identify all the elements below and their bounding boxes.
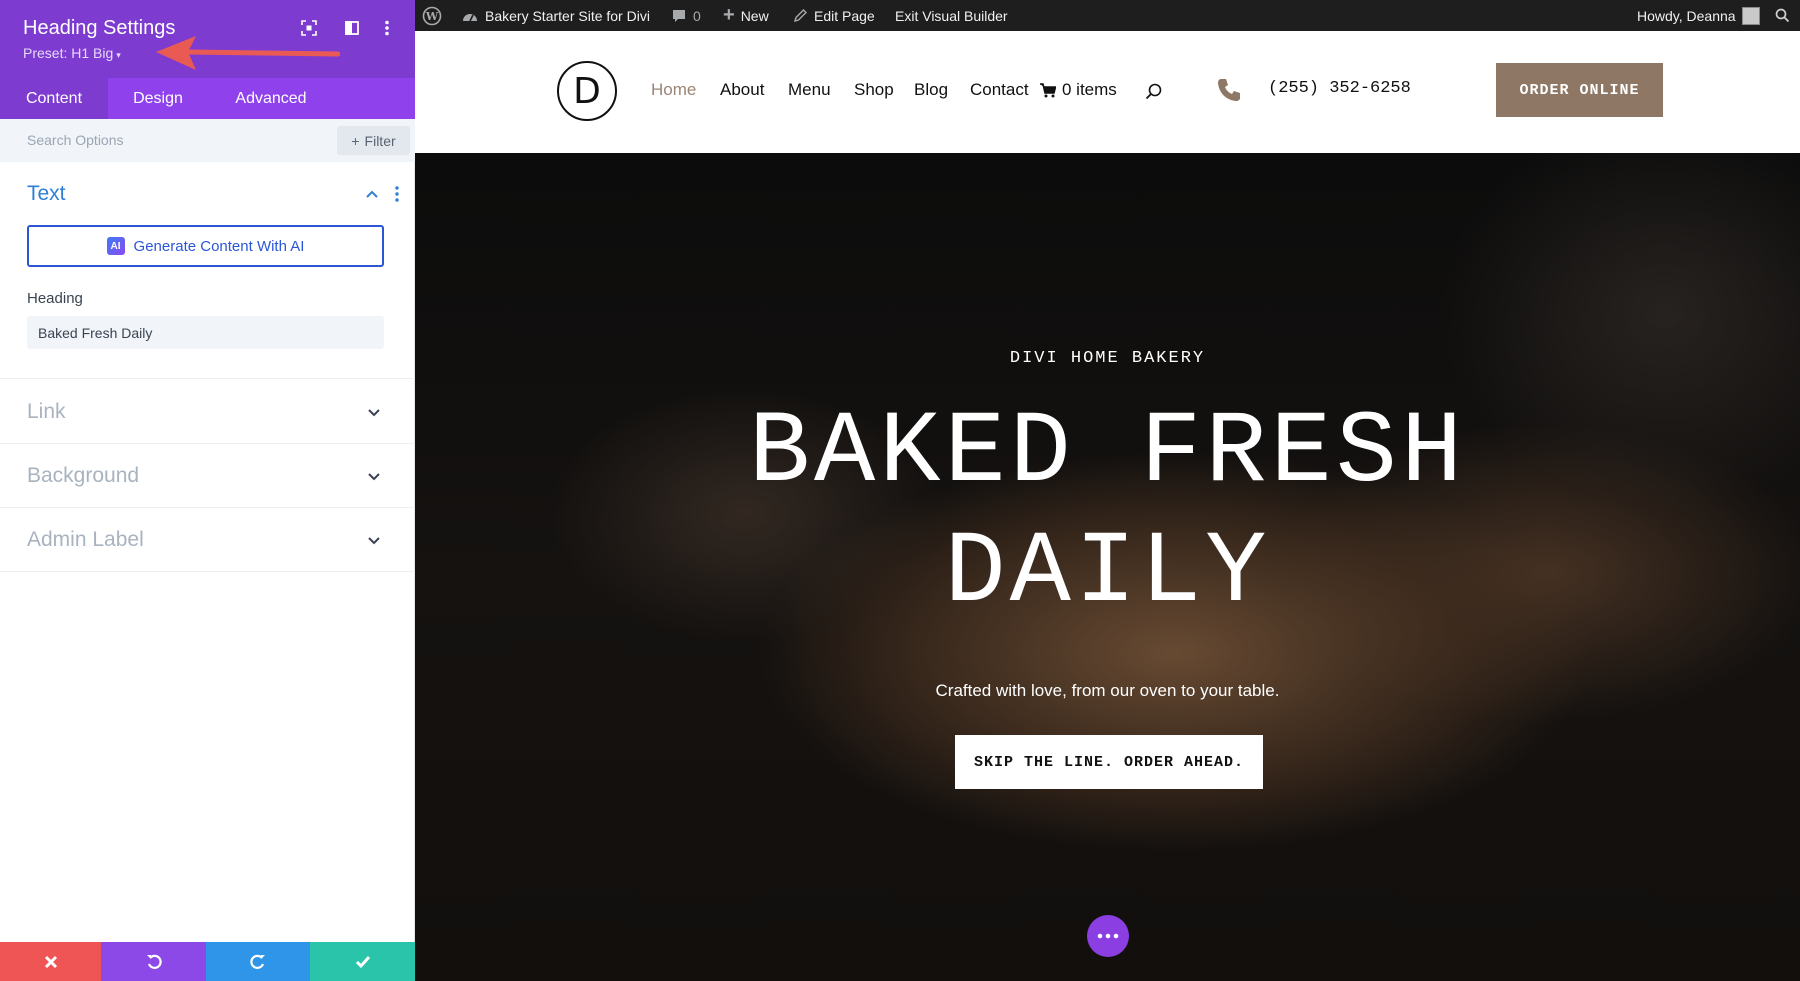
phone-number[interactable]: (255) 352-6258 xyxy=(1268,79,1411,98)
panel-header: Heading Settings Preset: H1 Big ▾ xyxy=(0,0,415,78)
search-options-input[interactable] xyxy=(27,132,267,148)
search-icon[interactable] xyxy=(1145,83,1163,101)
panel-footer xyxy=(0,942,415,981)
edit-page-link[interactable]: Edit Page xyxy=(793,0,875,31)
heading-field[interactable] xyxy=(27,316,384,349)
admin-label-section-title: Admin Label xyxy=(27,528,144,551)
ai-icon: AI xyxy=(106,237,125,255)
svg-text:W: W xyxy=(425,10,439,23)
order-online-button[interactable]: ORDER ONLINE xyxy=(1496,63,1663,117)
cart-count: 0 items xyxy=(1062,80,1117,99)
comments-link[interactable]: 0 xyxy=(671,0,701,31)
chevron-down-icon xyxy=(368,473,380,481)
nav-blog[interactable]: Blog xyxy=(914,80,948,100)
hero-subtitle: DIVI HOME BAKERY xyxy=(1009,349,1206,368)
app: Heading Settings Preset: H1 Big ▾ Content… xyxy=(0,0,1800,981)
background-section[interactable]: Background xyxy=(0,444,415,508)
hero-heading[interactable]: BAKED FRESH DAILY xyxy=(415,393,1800,633)
skip-the-line-button[interactable]: SKIP THE LINE. ORDER AHEAD. xyxy=(955,735,1263,789)
chevron-down-icon xyxy=(368,409,380,417)
section-options-icon[interactable] xyxy=(393,185,401,203)
chevron-down-icon xyxy=(368,537,380,545)
redo-icon xyxy=(250,954,265,969)
new-content-link[interactable]: + New xyxy=(723,0,769,31)
text-section-title[interactable]: Text xyxy=(27,182,66,206)
wp-admin-bar: W Bakery Starter Site for Divi 0 + New E… xyxy=(415,0,1800,31)
undo-button[interactable] xyxy=(101,942,206,981)
split-view-icon[interactable] xyxy=(342,18,362,38)
site-name: Bakery Starter Site for Divi xyxy=(485,7,650,24)
hero-heading-line-2: DAILY xyxy=(944,515,1271,631)
wordpress-logo-icon[interactable]: W xyxy=(422,0,442,31)
caret-down-icon: ▾ xyxy=(116,50,121,60)
builder-menu-button[interactable] xyxy=(1087,915,1129,957)
link-section[interactable]: Link xyxy=(0,380,415,444)
annotation-arrow-icon xyxy=(156,36,340,70)
phone-icon xyxy=(1218,79,1240,101)
hero-heading-line-1: BAKED FRESH xyxy=(748,395,1467,511)
tab-design[interactable]: Design xyxy=(108,78,208,119)
nav-contact[interactable]: Contact xyxy=(970,80,1029,100)
howdy-label: Howdy, Deanna xyxy=(1637,7,1736,24)
generate-ai-button[interactable]: AI Generate Content With AI xyxy=(27,225,384,267)
avatar xyxy=(1741,6,1760,25)
new-label: New xyxy=(740,7,769,24)
discard-button[interactable] xyxy=(0,942,101,981)
filter-button[interactable]: + Filter xyxy=(337,126,410,155)
nav-about[interactable]: About xyxy=(720,80,764,100)
hero-tagline: Crafted with love, from our oven to your… xyxy=(935,681,1280,700)
more-options-icon[interactable] xyxy=(377,18,397,38)
more-horizontal-icon xyxy=(1097,933,1119,939)
exit-visual-builder-link[interactable]: Exit Visual Builder xyxy=(895,0,1008,31)
admin-label-section[interactable]: Admin Label xyxy=(0,508,415,572)
admin-search-icon[interactable] xyxy=(1775,0,1790,31)
panel-tabs: Content Design Advanced xyxy=(0,78,415,119)
cart-link[interactable]: 0 items xyxy=(1040,80,1117,100)
user-menu[interactable]: Howdy, Deanna xyxy=(1637,0,1760,31)
pencil-icon xyxy=(793,9,807,23)
close-icon xyxy=(44,955,57,968)
tab-advanced[interactable]: Advanced xyxy=(208,78,334,119)
nav-menu[interactable]: Menu xyxy=(788,80,831,100)
chevron-up-icon[interactable] xyxy=(364,186,380,202)
nav-shop[interactable]: Shop xyxy=(854,80,894,100)
hero-section: DIVI HOME BAKERY BAKED FRESH DAILY Craft… xyxy=(415,153,1800,981)
edit-page-label: Edit Page xyxy=(814,7,875,24)
redo-button[interactable] xyxy=(206,942,310,981)
comments-count: 0 xyxy=(693,7,701,24)
checkmark-icon xyxy=(355,955,370,968)
cart-icon xyxy=(1040,82,1056,97)
tab-content[interactable]: Content xyxy=(0,78,108,119)
site-logo[interactable]: D xyxy=(557,61,617,121)
preset-dropdown[interactable]: Preset: H1 Big ▾ xyxy=(23,45,121,61)
site-header: D Home About Menu Shop Blog Contact 0 it… xyxy=(415,31,1800,153)
undo-icon xyxy=(146,954,162,969)
link-section-title: Link xyxy=(27,400,66,423)
settings-panel: Heading Settings Preset: H1 Big ▾ Content… xyxy=(0,0,415,981)
background-section-title: Background xyxy=(27,464,140,487)
text-section: Text AI Generate Content With AI Heading xyxy=(0,162,415,379)
generate-ai-label: Generate Content With AI xyxy=(133,237,305,255)
plus-icon: + xyxy=(723,4,735,26)
nav-home[interactable]: Home xyxy=(651,80,696,100)
filter-label: Filter xyxy=(364,132,396,149)
site-name-link[interactable]: Bakery Starter Site for Divi xyxy=(461,0,650,31)
save-button[interactable] xyxy=(310,942,415,981)
plus-icon: + xyxy=(351,132,360,149)
heading-field-label: Heading xyxy=(27,290,83,307)
dashboard-icon xyxy=(463,13,477,21)
comment-icon xyxy=(673,9,685,22)
preset-label: Preset: H1 Big xyxy=(23,45,114,61)
exit-visual-builder-label: Exit Visual Builder xyxy=(895,7,1008,24)
search-row: + Filter xyxy=(0,119,415,162)
